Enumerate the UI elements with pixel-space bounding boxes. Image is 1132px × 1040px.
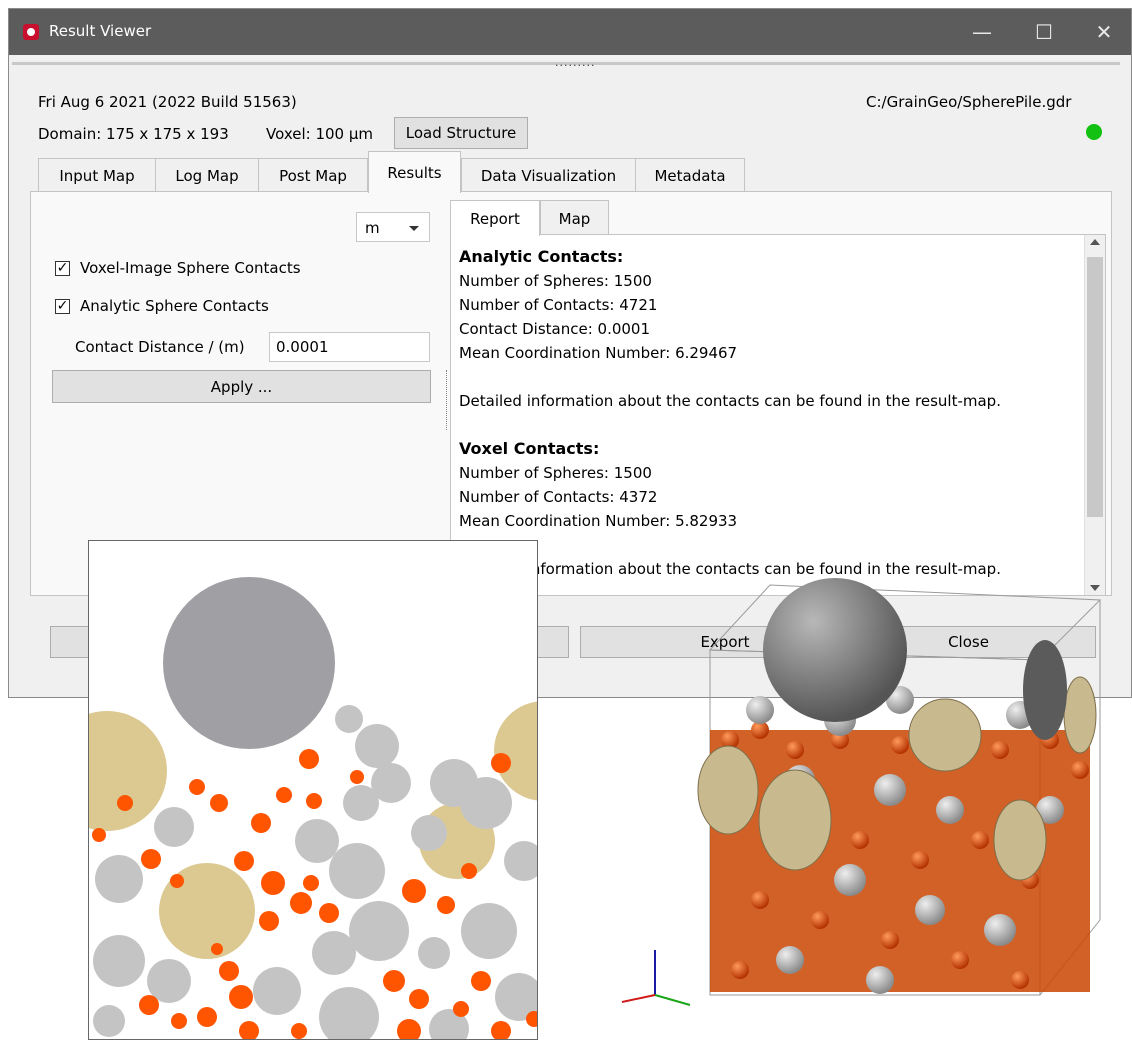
apply-button[interactable]: Apply ...: [52, 370, 431, 403]
tab-report[interactable]: Report: [450, 200, 540, 236]
close-window-button[interactable]: ✕: [1081, 9, 1127, 55]
app-icon: [23, 24, 39, 40]
analytic-spheres: Number of Spheres: 1500: [459, 272, 652, 290]
tab-map[interactable]: Map: [540, 200, 609, 236]
chevron-down-icon: [409, 226, 419, 231]
title-bar[interactable]: Result Viewer — ☐ ✕: [9, 9, 1131, 55]
tan-sphere-cross-section: [89, 711, 167, 831]
load-structure-button[interactable]: Load Structure: [394, 117, 528, 149]
analytic-note: Detailed information about the contacts …: [459, 392, 1001, 410]
domain-label: Domain: 175 x 175 x 193: [38, 125, 229, 143]
tab-log-map[interactable]: Log Map: [155, 158, 259, 192]
axis-triad-icon: [621, 950, 691, 1006]
tab-metadata[interactable]: Metadata: [635, 158, 745, 192]
splitter-dots: .........: [555, 56, 596, 69]
maximize-button[interactable]: ☐: [1021, 9, 1067, 55]
contact-distance-input[interactable]: 0.0001: [269, 332, 430, 362]
voxel-spheres: Number of Spheres: 1500: [459, 464, 652, 482]
window-title: Result Viewer: [49, 22, 152, 40]
tab-results[interactable]: Results: [368, 151, 461, 193]
file-path-label: C:/GrainGeo/SpherePile.gdr: [866, 93, 1072, 111]
voxel-contacts: Number of Contacts: 4372: [459, 488, 658, 506]
scroll-thumb[interactable]: [1087, 257, 1103, 517]
large-sphere-3d: [763, 578, 907, 722]
voxel-heading: Voxel Contacts:: [459, 439, 600, 458]
voxel-contacts-label: Voxel-Image Sphere Contacts: [80, 259, 301, 277]
unit-select-value: m: [365, 219, 380, 237]
tab-data-visualization[interactable]: Data Visualization: [461, 158, 636, 192]
analytic-contacts-label: Analytic Sphere Contacts: [80, 297, 269, 315]
minimize-button[interactable]: —: [959, 9, 1005, 55]
tab-input-map[interactable]: Input Map: [38, 158, 156, 192]
scroll-up-icon[interactable]: [1090, 239, 1100, 245]
voxel-coordination: Mean Coordination Number: 5.82933: [459, 512, 738, 530]
voxel-slice-image: [88, 540, 538, 1040]
status-indicator: [1086, 124, 1102, 140]
analytic-contacts-checkbox[interactable]: ✓: [55, 299, 70, 314]
analytic-heading: Analytic Contacts:: [459, 247, 624, 266]
sphere-pile-3d-render: [600, 540, 1132, 1032]
contact-distance-label: Contact Distance / (m): [75, 338, 245, 356]
dark-disc: [1023, 640, 1067, 740]
unit-select[interactable]: m: [356, 212, 430, 242]
tab-post-map[interactable]: Post Map: [258, 158, 368, 192]
analytic-contacts: Number of Contacts: 4721: [459, 296, 658, 314]
analytic-coordination: Mean Coordination Number: 6.29467: [459, 344, 738, 362]
voxel-contacts-checkbox[interactable]: ✓: [55, 261, 70, 276]
analytic-distance: Contact Distance: 0.0001: [459, 320, 651, 338]
build-date-label: Fri Aug 6 2021 (2022 Build 51563): [38, 93, 297, 111]
voxel-label: Voxel: 100 µm: [266, 125, 373, 143]
large-sphere-cross-section: [163, 577, 335, 749]
